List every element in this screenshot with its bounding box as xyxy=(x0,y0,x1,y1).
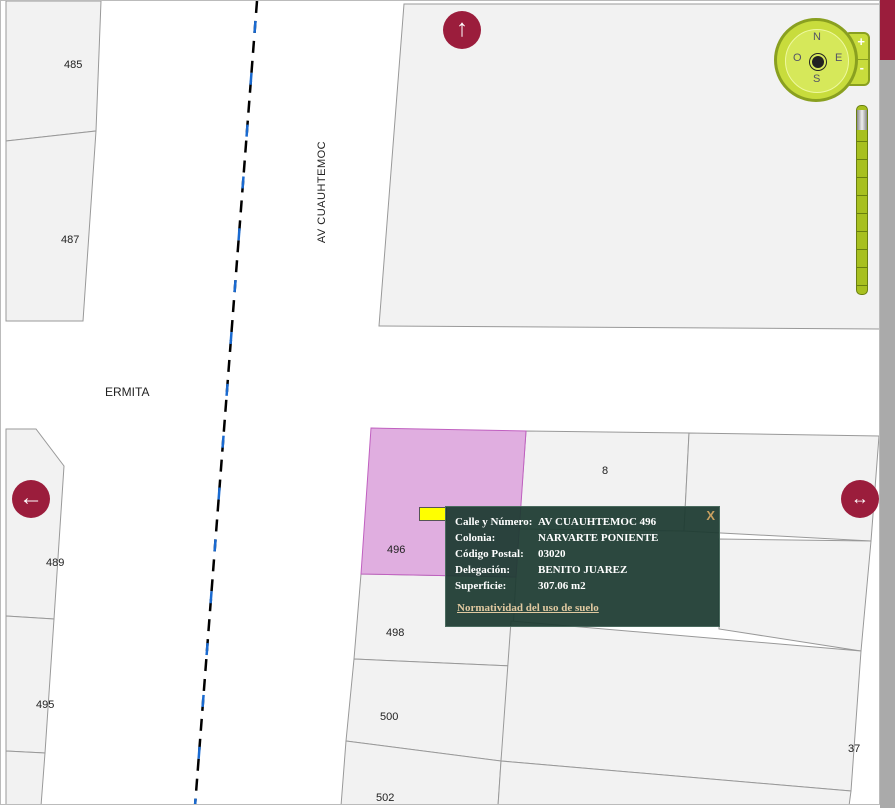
close-button[interactable]: X xyxy=(706,508,715,523)
info-value: AV CUAUHTEMOC 496 xyxy=(538,516,657,528)
parcel-number: 489 xyxy=(46,557,65,569)
info-value: 307.06 m2 xyxy=(538,580,586,592)
info-value: NARVARTE PONIENTE xyxy=(538,532,659,544)
info-label: Delegación: xyxy=(455,564,510,576)
pan-west[interactable]: O xyxy=(793,52,802,64)
parcel-marker-icon[interactable] xyxy=(419,507,447,521)
parcel-info-table: Calle y Número: AV CUAUHTEMOC 496 Colonia… xyxy=(455,516,658,596)
zoom-slider-thumb[interactable] xyxy=(857,110,867,130)
parcel-number: 495 xyxy=(36,699,55,711)
info-label: Colonia: xyxy=(455,532,496,544)
side-scrollbar[interactable] xyxy=(880,0,895,808)
info-row: Código Postal: 03020 xyxy=(455,548,658,564)
parcel-489 xyxy=(5,428,65,620)
parcel-487 xyxy=(5,130,97,322)
info-label: Código Postal: xyxy=(455,548,524,560)
info-label: Superficie: xyxy=(455,580,507,592)
parcel-east-2 xyxy=(718,538,872,652)
parcel-number: 498 xyxy=(386,627,405,639)
zoom-slider[interactable] xyxy=(856,105,868,295)
info-row: Calle y Número: AV CUAUHTEMOC 496 xyxy=(455,516,658,532)
parcel-number: 487 xyxy=(61,234,80,246)
parcel-number: 8 xyxy=(602,465,609,477)
compass-control[interactable]: + - N S O E xyxy=(774,18,874,102)
compass-center-icon[interactable] xyxy=(810,54,826,70)
compass-rose: N S O E xyxy=(774,18,858,102)
road-centerline xyxy=(193,1,259,804)
info-row: Superficie: 307.06 m2 xyxy=(455,580,658,596)
parcel-sw xyxy=(5,750,46,804)
info-value: 03020 xyxy=(538,548,566,560)
parcel-number: 37 xyxy=(848,743,861,755)
info-row: Colonia: NARVARTE PONIENTE xyxy=(455,532,658,548)
land-use-link[interactable]: Normatividad del uso de suelo xyxy=(457,602,599,614)
pan-left-button[interactable]: ← xyxy=(12,480,50,518)
pan-right-button[interactable]: ↔ xyxy=(841,480,879,518)
parcel-485 xyxy=(5,1,102,142)
street-label-ermita: ERMITA xyxy=(105,385,150,399)
pan-east[interactable]: E xyxy=(835,52,842,64)
pan-south[interactable]: S xyxy=(813,73,820,85)
parcel-info-popup: X Calle y Número: AV CUAUHTEMOC 496 Colon… xyxy=(445,506,720,627)
info-value: BENITO JUAREZ xyxy=(538,564,628,576)
parcel-number: 496 xyxy=(387,544,406,556)
pan-north[interactable]: N xyxy=(813,31,821,43)
info-label: Calle y Número: xyxy=(455,516,533,528)
parcel-number: 502 xyxy=(376,792,395,804)
info-row: Delegación: BENITO JUAREZ xyxy=(455,564,658,580)
pan-up-button[interactable]: ↑ xyxy=(443,11,481,49)
parcel-number: 485 xyxy=(64,59,83,71)
street-label-av-cuauhtemoc: AV CUAUHTEMOC xyxy=(316,140,329,244)
parcel-number: 500 xyxy=(380,711,399,723)
map-canvas[interactable]: AV CUAUHTEMOC ERMITA 485 487 489 495 496… xyxy=(0,0,880,805)
parcel-layer xyxy=(5,1,879,804)
scrollbar-thumb[interactable] xyxy=(880,0,895,60)
parcel-495 xyxy=(5,615,55,754)
